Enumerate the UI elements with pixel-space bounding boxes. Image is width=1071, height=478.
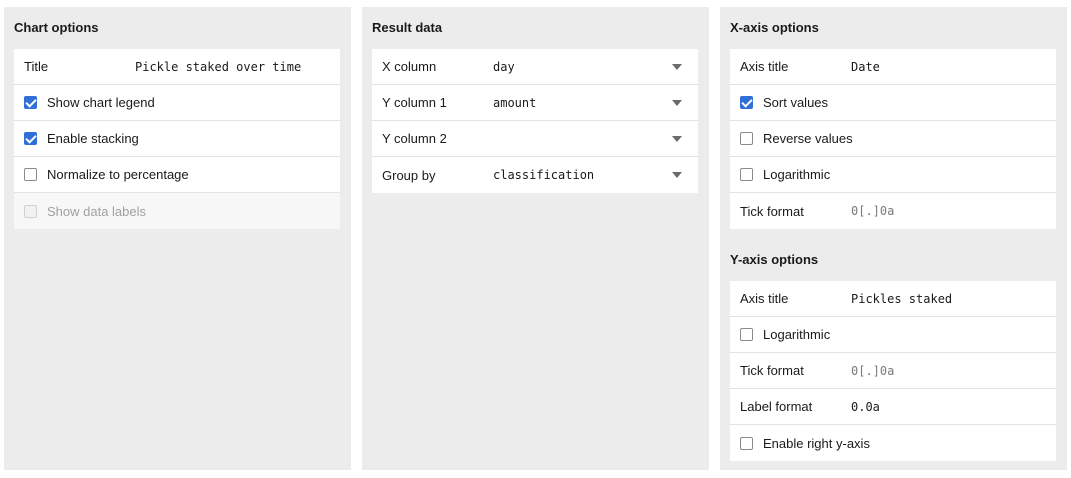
y-label-format-input[interactable]: 0.0a	[851, 400, 880, 414]
y-tick-format-input[interactable]: 0[.]0a	[851, 364, 894, 378]
y-axis-title-row[interactable]: Axis title Pickles staked	[730, 281, 1056, 317]
data-labels-label: Show data labels	[47, 203, 147, 219]
chevron-down-icon[interactable]	[672, 172, 682, 178]
x-axis-heading: X-axis options	[730, 20, 819, 35]
right-y-axis-label: Enable right y-axis	[763, 435, 870, 451]
y-logarithmic-label: Logarithmic	[763, 327, 831, 342]
x-axis-title-input[interactable]: Date	[851, 60, 880, 74]
x-tick-format-input[interactable]: 0[.]0a	[851, 204, 894, 218]
group-by-label: Group by	[382, 167, 436, 183]
show-legend-row[interactable]: Show chart legend	[14, 85, 340, 121]
x-column-select[interactable]: X column day	[372, 49, 698, 85]
y-column-1-value: amount	[493, 95, 537, 110]
chevron-down-icon[interactable]	[672, 100, 682, 106]
reverse-values-label: Reverse values	[763, 131, 853, 146]
chart-title-row[interactable]: Title Pickle staked over time	[14, 49, 340, 85]
y-axis-heading: Y-axis options	[730, 252, 819, 267]
chart-options-panel: Chart options Title Pickle staked over t…	[4, 7, 351, 470]
normalize-checkbox[interactable]	[24, 168, 37, 181]
right-y-axis-row[interactable]: Enable right y-axis	[730, 425, 1056, 461]
chart-title-input[interactable]: Pickle staked over time	[135, 60, 301, 74]
chart-options-list: Title Pickle staked over time Show chart…	[14, 49, 340, 229]
x-logarithmic-row[interactable]: Logarithmic	[730, 157, 1056, 193]
reverse-values-checkbox[interactable]	[740, 132, 753, 145]
x-column-value: day	[493, 59, 515, 74]
result-data-list: X column day Y column 1 amount Y column …	[372, 49, 698, 193]
y-logarithmic-checkbox[interactable]	[740, 328, 753, 341]
y-column-2-select[interactable]: Y column 2	[372, 121, 698, 157]
show-legend-label: Show chart legend	[47, 95, 155, 110]
y-tick-format-row[interactable]: Tick format 0[.]0a	[730, 353, 1056, 389]
reverse-values-row[interactable]: Reverse values	[730, 121, 1056, 157]
y-column-1-select[interactable]: Y column 1 amount	[372, 85, 698, 121]
sort-values-row[interactable]: Sort values	[730, 85, 1056, 121]
enable-stacking-row[interactable]: Enable stacking	[14, 121, 340, 157]
x-tick-format-row[interactable]: Tick format 0[.]0a	[730, 193, 1056, 229]
y-axis-list: Axis title Pickles staked Logarithmic Ti…	[730, 281, 1056, 461]
chart-options-heading: Chart options	[14, 20, 99, 35]
x-axis-title-label: Axis title	[740, 59, 789, 74]
y-label-format-row[interactable]: Label format 0.0a	[730, 389, 1056, 425]
x-column-label: X column	[382, 59, 437, 74]
result-data-heading: Result data	[372, 20, 443, 35]
axis-options-panel: X-axis options Axis title Date Sort valu…	[720, 7, 1067, 470]
chevron-down-icon[interactable]	[672, 136, 682, 142]
y-tick-format-label: Tick format	[740, 363, 804, 378]
x-logarithmic-checkbox[interactable]	[740, 168, 753, 181]
y-axis-title-input[interactable]: Pickles staked	[851, 292, 952, 306]
chevron-down-icon[interactable]	[672, 64, 682, 70]
group-by-select[interactable]: Group by classification	[372, 157, 698, 193]
normalize-row[interactable]: Normalize to percentage	[14, 157, 340, 193]
y-logarithmic-row[interactable]: Logarithmic	[730, 317, 1056, 353]
normalize-label: Normalize to percentage	[47, 167, 189, 182]
right-y-axis-checkbox[interactable]	[740, 436, 753, 450]
y-column-2-label: Y column 2	[382, 131, 447, 146]
sort-values-checkbox[interactable]	[740, 96, 753, 109]
result-data-panel: Result data X column day Y column 1 amou…	[362, 7, 709, 470]
x-axis-list: Axis title Date Sort values Reverse valu…	[730, 49, 1056, 229]
group-by-value: classification	[493, 168, 595, 182]
x-tick-format-label: Tick format	[740, 203, 804, 219]
y-column-1-label: Y column 1	[382, 95, 447, 110]
enable-stacking-checkbox[interactable]	[24, 132, 37, 145]
show-legend-checkbox[interactable]	[24, 96, 37, 109]
y-label-format-label: Label format	[740, 399, 813, 414]
chart-title-label: Title	[24, 59, 49, 74]
enable-stacking-label: Enable stacking	[47, 131, 139, 146]
sort-values-label: Sort values	[763, 95, 829, 110]
x-axis-title-row[interactable]: Axis title Date	[730, 49, 1056, 85]
data-labels-row: Show data labels	[14, 193, 340, 229]
y-axis-title-label: Axis title	[740, 291, 789, 306]
data-labels-checkbox	[24, 204, 37, 218]
x-logarithmic-label: Logarithmic	[763, 167, 831, 182]
